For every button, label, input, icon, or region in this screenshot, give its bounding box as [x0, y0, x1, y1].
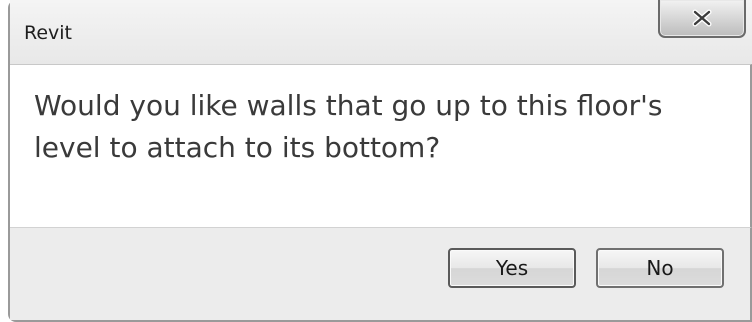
no-button[interactable]: No [596, 248, 724, 288]
button-bar: Yes No [10, 228, 752, 320]
window-title: Revit [24, 22, 73, 44]
title-bar[interactable]: Revit [10, 0, 752, 64]
close-button[interactable] [658, 0, 746, 38]
revit-dialog: Revit Would you like walls that go up to… [8, 0, 752, 322]
dialog-message: Would you like walls that go up to this … [34, 89, 663, 164]
message-panel: Would you like walls that go up to this … [10, 64, 752, 228]
close-icon [691, 9, 713, 27]
yes-button[interactable]: Yes [448, 248, 576, 288]
